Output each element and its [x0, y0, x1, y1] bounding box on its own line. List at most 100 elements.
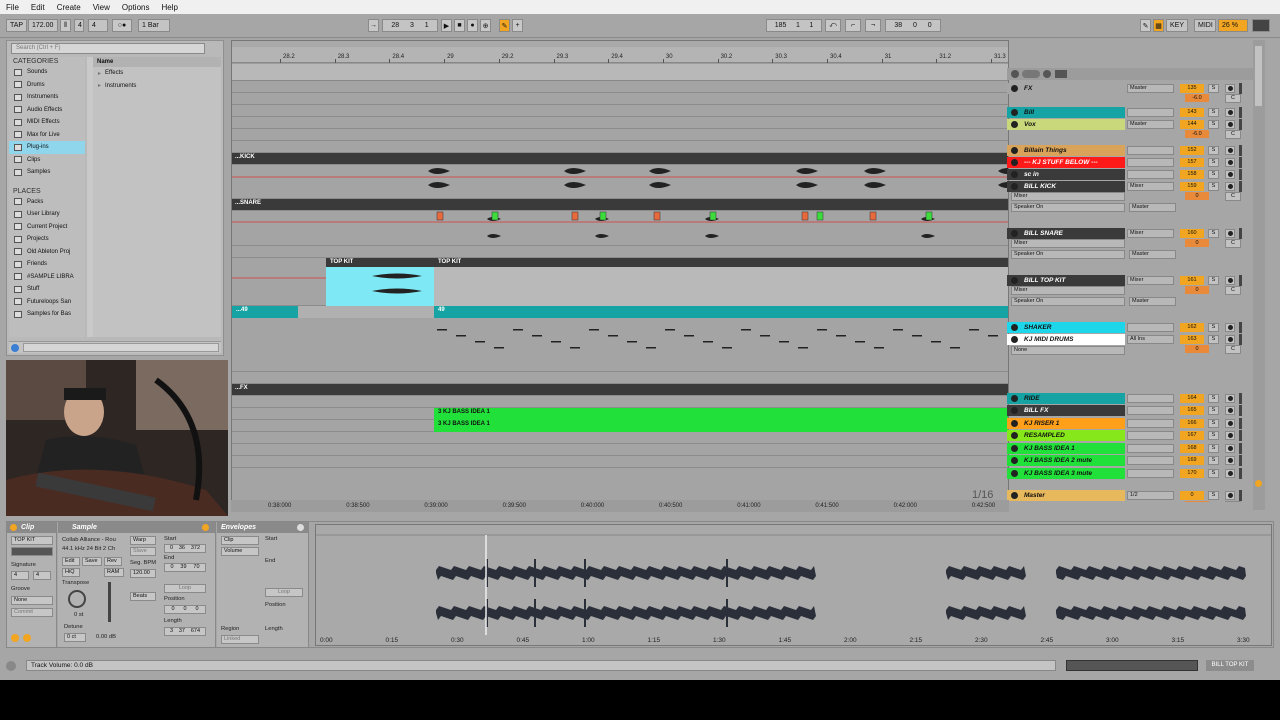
cue-button[interactable]: C	[1225, 345, 1241, 354]
track-header[interactable]: KJ BASS IDEA 2 mute 169 S	[1007, 454, 1253, 466]
arm-button[interactable]	[1225, 418, 1235, 428]
envelope-toggle-icon[interactable]	[23, 634, 31, 642]
envelope-control-select[interactable]: Volume	[221, 547, 259, 556]
set-button[interactable]	[1022, 70, 1040, 78]
track-header[interactable]: Vox Master 144 S	[1007, 118, 1253, 130]
track-fold-icon[interactable]	[1011, 491, 1018, 499]
loop-button[interactable]: Loop	[164, 584, 206, 593]
envelope-add-icon[interactable]	[297, 524, 304, 531]
track-name[interactable]: RIDE	[1007, 392, 1125, 404]
hiq-button[interactable]: HiQ	[62, 568, 80, 577]
category-item[interactable]: Audio Effects	[9, 104, 85, 117]
track-routing-select[interactable]	[1127, 169, 1174, 179]
track-lanes[interactable]: ...KICK ...SNARE ...FX TOP KIT TOP KIT ...49 4…	[232, 81, 1008, 501]
track-name[interactable]: Billain Things	[1007, 144, 1125, 156]
track-name[interactable]: KJ BASS IDEA 3 mute	[1007, 467, 1125, 479]
track-volume[interactable]: 0	[1185, 239, 1209, 247]
nudge-icon[interactable]: ⦀	[60, 19, 71, 32]
track-routing-select[interactable]	[1127, 430, 1174, 440]
clip-label[interactable]: TOP KIT	[436, 257, 461, 267]
menu-options[interactable]: Options	[116, 3, 156, 12]
clip-sig-num[interactable]: 4	[11, 571, 29, 580]
cue-button[interactable]: C	[1225, 239, 1241, 248]
track-volume[interactable]: -6.0	[1185, 130, 1209, 138]
track-activator[interactable]: 164	[1180, 393, 1204, 403]
track-activator[interactable]: 163	[1180, 334, 1204, 344]
loop-length-field[interactable]: 38 0 0	[885, 19, 941, 32]
overview-icon[interactable]	[1255, 480, 1262, 487]
track-routing-select[interactable]: Mixer	[1127, 275, 1174, 285]
track-activator[interactable]: 169	[1180, 455, 1204, 465]
browser-search-input[interactable]: Search (Ctrl + F)	[11, 43, 205, 54]
sample-add-icon[interactable]	[202, 524, 209, 531]
track-fold-icon[interactable]	[1011, 158, 1018, 166]
arm-button[interactable]	[1225, 228, 1235, 238]
solo-button[interactable]: S	[1208, 145, 1219, 155]
clip-name-field[interactable]: TOP KIT	[11, 536, 53, 545]
solo-button[interactable]: S	[1208, 455, 1219, 465]
track-name[interactable]: sc in	[1007, 168, 1125, 180]
sig-numerator[interactable]: 4	[74, 19, 84, 32]
arm-button[interactable]	[1225, 334, 1235, 344]
track-fold-icon[interactable]	[1011, 108, 1018, 116]
category-item[interactable]: Clips	[9, 154, 85, 167]
solo-button[interactable]: S	[1208, 430, 1219, 440]
arm-button[interactable]	[1225, 181, 1235, 191]
track-volume[interactable]: -6.0	[1185, 94, 1209, 102]
arm-button[interactable]	[1225, 490, 1235, 500]
solo-button[interactable]: S	[1208, 405, 1219, 415]
punch-out-icon[interactable]: ¬	[865, 19, 881, 32]
solo-button[interactable]: S	[1208, 119, 1219, 129]
solo-button[interactable]: S	[1208, 169, 1219, 179]
track-name[interactable]: KJ RISER 1	[1007, 417, 1125, 429]
gain-slider[interactable]	[108, 582, 111, 622]
arm-button[interactable]	[1225, 119, 1235, 129]
warp-button[interactable]: Warp	[130, 536, 156, 545]
place-item[interactable]: User Library	[9, 208, 85, 221]
track-activator[interactable]: 170	[1180, 468, 1204, 478]
track-fold-icon[interactable]	[1011, 120, 1018, 128]
position-field[interactable]: 0 0 0	[164, 605, 206, 614]
track-fold-icon[interactable]	[1011, 70, 1019, 78]
place-item[interactable]: Friends	[9, 258, 85, 271]
play-icon[interactable]: ▶	[441, 19, 452, 32]
arm-button[interactable]	[1225, 107, 1235, 117]
scroll-thumb[interactable]	[1255, 46, 1262, 106]
arrangement-view[interactable]: 28.2 28.3 28.4 29 29.2 29.3 29.4 30 30.2 30.3 30.4…	[231, 40, 1009, 511]
solo-button[interactable]: S	[1208, 181, 1219, 191]
solo-button[interactable]: S	[1208, 443, 1219, 453]
category-item[interactable]: MIDI Effects	[9, 116, 85, 129]
track-name[interactable]: BILL SNARE	[1007, 227, 1125, 239]
sub-routing-select[interactable]: Speaker On	[1011, 250, 1125, 259]
cue-button[interactable]: C	[1225, 94, 1241, 103]
place-item[interactable]: Current Project	[9, 221, 85, 234]
track-header[interactable]: KJ BASS IDEA 3 mute 170 S	[1007, 467, 1253, 479]
sample-waveform[interactable]: 0:00 0:15 0:30 0:45 1:00 1:15 1:30 1:45 2:00 2:15…	[316, 525, 1271, 645]
solo-button[interactable]: S	[1208, 107, 1219, 117]
quantize-select[interactable]: 1 Bar	[138, 19, 170, 32]
track-fold-icon[interactable]	[1011, 84, 1018, 92]
menu-view[interactable]: View	[87, 3, 116, 12]
metronome-icon[interactable]: ○●	[112, 19, 132, 32]
category-item[interactable]: Drums	[9, 79, 85, 92]
punch-in-icon[interactable]: ⌐	[845, 19, 861, 32]
solo-button[interactable]: S	[1208, 275, 1219, 285]
category-item[interactable]: Max for Live	[9, 129, 85, 142]
solo-button[interactable]: S	[1208, 157, 1219, 167]
track-name[interactable]: RESAMPLED	[1007, 429, 1125, 441]
solo-button[interactable]: S	[1208, 228, 1219, 238]
place-item[interactable]: Stuff	[9, 283, 85, 296]
track-fold-icon[interactable]	[1011, 276, 1018, 284]
track-header[interactable]: KJ MIDI DRUMS All Ins 163 S	[1007, 333, 1253, 345]
category-item[interactable]: Sounds	[9, 66, 85, 79]
track-name[interactable]: KJ BASS IDEA 1	[1007, 442, 1125, 454]
track-routing-select[interactable]	[1127, 468, 1174, 478]
clip-activator-icon[interactable]	[10, 524, 17, 531]
io-toggle-icon[interactable]	[1055, 70, 1067, 78]
track-header[interactable]: KJ BASS IDEA 1 168 S	[1007, 442, 1253, 454]
add-icon[interactable]: +	[512, 19, 523, 32]
midi-button[interactable]: MIDI	[1194, 19, 1216, 32]
track-volume[interactable]: 0	[1185, 192, 1209, 200]
tap-button[interactable]: TAP	[6, 19, 28, 32]
place-item[interactable]: Old Ableton Proj	[9, 246, 85, 259]
